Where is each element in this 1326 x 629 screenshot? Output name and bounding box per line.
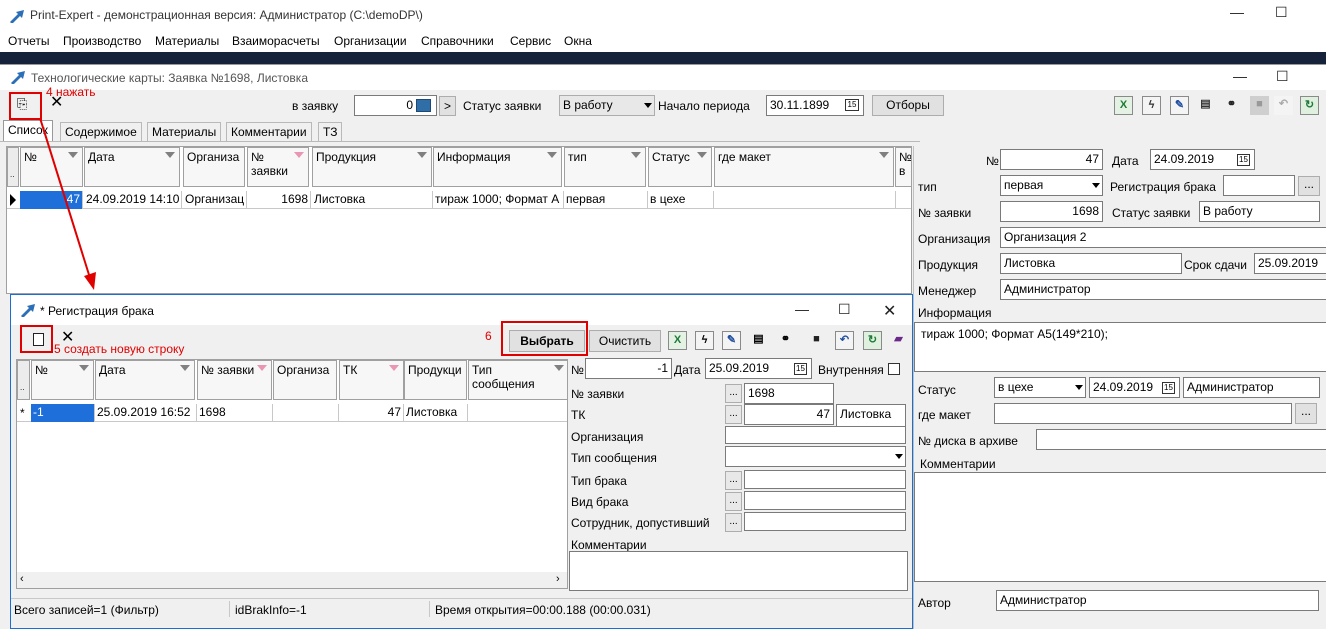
annotation-arrow bbox=[39, 117, 96, 290]
